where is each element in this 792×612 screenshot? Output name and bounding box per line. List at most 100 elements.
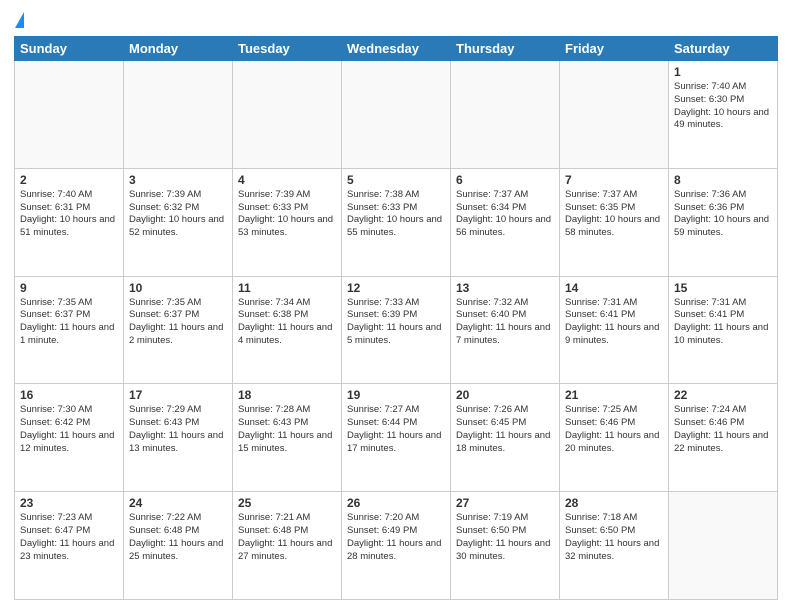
- day-info: Sunrise: 7:34 AM Sunset: 6:38 PM Dayligh…: [238, 297, 336, 348]
- day-cell: [15, 61, 124, 169]
- day-info: Sunrise: 7:20 AM Sunset: 6:49 PM Dayligh…: [347, 512, 445, 563]
- day-number: 1: [674, 65, 772, 79]
- day-cell: 7 Sunrise: 7:37 AM Sunset: 6:35 PM Daylig…: [560, 168, 669, 276]
- weekday-header-row: SundayMondayTuesdayWednesdayThursdayFrid…: [15, 37, 778, 61]
- day-info: Sunrise: 7:33 AM Sunset: 6:39 PM Dayligh…: [347, 297, 445, 348]
- day-number: 24: [129, 496, 227, 510]
- day-info: Sunrise: 7:37 AM Sunset: 6:35 PM Dayligh…: [565, 189, 663, 240]
- day-number: 10: [129, 281, 227, 295]
- weekday-monday: Monday: [124, 37, 233, 61]
- day-cell: 23 Sunrise: 7:23 AM Sunset: 6:47 PM Dayli…: [15, 492, 124, 600]
- day-number: 7: [565, 173, 663, 187]
- day-cell: 14 Sunrise: 7:31 AM Sunset: 6:41 PM Dayli…: [560, 276, 669, 384]
- day-info: Sunrise: 7:35 AM Sunset: 6:37 PM Dayligh…: [129, 297, 227, 348]
- day-cell: 26 Sunrise: 7:20 AM Sunset: 6:49 PM Dayli…: [342, 492, 451, 600]
- day-number: 4: [238, 173, 336, 187]
- weekday-tuesday: Tuesday: [233, 37, 342, 61]
- week-row-2: 2Sunrise: 7:40 AM Sunset: 6:31 PM Daylig…: [15, 168, 778, 276]
- page: SundayMondayTuesdayWednesdayThursdayFrid…: [0, 0, 792, 612]
- day-number: 5: [347, 173, 445, 187]
- day-info: Sunrise: 7:23 AM Sunset: 6:47 PM Dayligh…: [20, 512, 118, 563]
- day-cell: 11 Sunrise: 7:34 AM Sunset: 6:38 PM Dayli…: [233, 276, 342, 384]
- day-cell: [560, 61, 669, 169]
- day-info: Sunrise: 7:36 AM Sunset: 6:36 PM Dayligh…: [674, 189, 772, 240]
- day-info: Sunrise: 7:31 AM Sunset: 6:41 PM Dayligh…: [565, 297, 663, 348]
- day-info: Sunrise: 7:24 AM Sunset: 6:46 PM Dayligh…: [674, 404, 772, 455]
- day-info: Sunrise: 7:27 AM Sunset: 6:44 PM Dayligh…: [347, 404, 445, 455]
- weekday-thursday: Thursday: [451, 37, 560, 61]
- weekday-wednesday: Wednesday: [342, 37, 451, 61]
- day-cell: 9 Sunrise: 7:35 AM Sunset: 6:37 PM Daylig…: [15, 276, 124, 384]
- logo: [14, 12, 25, 28]
- day-number: 27: [456, 496, 554, 510]
- day-cell: 8 Sunrise: 7:36 AM Sunset: 6:36 PM Daylig…: [669, 168, 778, 276]
- day-number: 19: [347, 388, 445, 402]
- day-info: Sunrise: 7:26 AM Sunset: 6:45 PM Dayligh…: [456, 404, 554, 455]
- day-cell: 16 Sunrise: 7:30 AM Sunset: 6:42 PM Dayli…: [15, 384, 124, 492]
- day-number: 21: [565, 388, 663, 402]
- day-number: 26: [347, 496, 445, 510]
- day-cell: [342, 61, 451, 169]
- day-number: 8: [674, 173, 772, 187]
- day-number: 16: [20, 388, 118, 402]
- day-number: 28: [565, 496, 663, 510]
- day-cell: [233, 61, 342, 169]
- day-cell: 13 Sunrise: 7:32 AM Sunset: 6:40 PM Dayli…: [451, 276, 560, 384]
- day-info: Sunrise: 7:25 AM Sunset: 6:46 PM Dayligh…: [565, 404, 663, 455]
- week-row-3: 9 Sunrise: 7:35 AM Sunset: 6:37 PM Daylig…: [15, 276, 778, 384]
- weekday-sunday: Sunday: [15, 37, 124, 61]
- day-cell: 12 Sunrise: 7:33 AM Sunset: 6:39 PM Dayli…: [342, 276, 451, 384]
- day-info: Sunrise: 7:37 AM Sunset: 6:34 PM Dayligh…: [456, 189, 554, 240]
- week-row-4: 16 Sunrise: 7:30 AM Sunset: 6:42 PM Dayli…: [15, 384, 778, 492]
- day-cell: 10 Sunrise: 7:35 AM Sunset: 6:37 PM Dayli…: [124, 276, 233, 384]
- day-number: 18: [238, 388, 336, 402]
- day-info: Sunrise: 7:30 AM Sunset: 6:42 PM Dayligh…: [20, 404, 118, 455]
- day-number: 14: [565, 281, 663, 295]
- day-info: Sunrise: 7:40 AM Sunset: 6:30 PM Dayligh…: [674, 81, 772, 132]
- day-number: 22: [674, 388, 772, 402]
- day-info: Sunrise: 7:40 AM Sunset: 6:31 PM Dayligh…: [20, 189, 118, 240]
- day-cell: 24 Sunrise: 7:22 AM Sunset: 6:48 PM Dayli…: [124, 492, 233, 600]
- day-cell: 4 Sunrise: 7:39 AM Sunset: 6:33 PM Daylig…: [233, 168, 342, 276]
- day-cell: 28 Sunrise: 7:18 AM Sunset: 6:50 PM Dayli…: [560, 492, 669, 600]
- day-cell: 27Sunrise: 7:19 AM Sunset: 6:50 PM Dayli…: [451, 492, 560, 600]
- day-number: 25: [238, 496, 336, 510]
- day-number: 6: [456, 173, 554, 187]
- day-info: Sunrise: 7:35 AM Sunset: 6:37 PM Dayligh…: [20, 297, 118, 348]
- day-cell: 1 Sunrise: 7:40 AM Sunset: 6:30 PM Daylig…: [669, 61, 778, 169]
- day-cell: 3 Sunrise: 7:39 AM Sunset: 6:32 PM Daylig…: [124, 168, 233, 276]
- day-cell: 18Sunrise: 7:28 AM Sunset: 6:43 PM Dayli…: [233, 384, 342, 492]
- day-cell: [124, 61, 233, 169]
- day-info: Sunrise: 7:18 AM Sunset: 6:50 PM Dayligh…: [565, 512, 663, 563]
- day-number: 17: [129, 388, 227, 402]
- day-number: 20: [456, 388, 554, 402]
- day-cell: 19 Sunrise: 7:27 AM Sunset: 6:44 PM Dayli…: [342, 384, 451, 492]
- day-info: Sunrise: 7:21 AM Sunset: 6:48 PM Dayligh…: [238, 512, 336, 563]
- day-cell: 15Sunrise: 7:31 AM Sunset: 6:41 PM Dayli…: [669, 276, 778, 384]
- day-info: Sunrise: 7:39 AM Sunset: 6:33 PM Dayligh…: [238, 189, 336, 240]
- day-cell: 17 Sunrise: 7:29 AM Sunset: 6:43 PM Dayli…: [124, 384, 233, 492]
- day-number: 3: [129, 173, 227, 187]
- day-info: Sunrise: 7:32 AM Sunset: 6:40 PM Dayligh…: [456, 297, 554, 348]
- day-cell: 2Sunrise: 7:40 AM Sunset: 6:31 PM Daylig…: [15, 168, 124, 276]
- weekday-saturday: Saturday: [669, 37, 778, 61]
- weekday-friday: Friday: [560, 37, 669, 61]
- day-cell: 21 Sunrise: 7:25 AM Sunset: 6:46 PM Dayli…: [560, 384, 669, 492]
- day-info: Sunrise: 7:39 AM Sunset: 6:32 PM Dayligh…: [129, 189, 227, 240]
- day-cell: 22 Sunrise: 7:24 AM Sunset: 6:46 PM Dayli…: [669, 384, 778, 492]
- day-number: 11: [238, 281, 336, 295]
- day-number: 12: [347, 281, 445, 295]
- day-cell: [451, 61, 560, 169]
- day-number: 9: [20, 281, 118, 295]
- day-cell: 20 Sunrise: 7:26 AM Sunset: 6:45 PM Dayli…: [451, 384, 560, 492]
- day-cell: 25 Sunrise: 7:21 AM Sunset: 6:48 PM Dayli…: [233, 492, 342, 600]
- day-number: 13: [456, 281, 554, 295]
- day-number: 23: [20, 496, 118, 510]
- day-cell: [669, 492, 778, 600]
- week-row-1: 1 Sunrise: 7:40 AM Sunset: 6:30 PM Daylig…: [15, 61, 778, 169]
- day-info: Sunrise: 7:22 AM Sunset: 6:48 PM Dayligh…: [129, 512, 227, 563]
- day-info: Sunrise: 7:29 AM Sunset: 6:43 PM Dayligh…: [129, 404, 227, 455]
- week-row-5: 23 Sunrise: 7:23 AM Sunset: 6:47 PM Dayli…: [15, 492, 778, 600]
- day-info: Sunrise: 7:31 AM Sunset: 6:41 PM Dayligh…: [674, 297, 772, 348]
- day-cell: 5Sunrise: 7:38 AM Sunset: 6:33 PM Daylig…: [342, 168, 451, 276]
